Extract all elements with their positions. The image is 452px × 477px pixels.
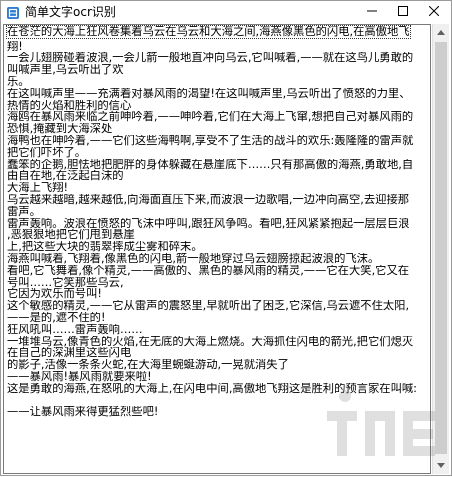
scroll-down-arrow-icon[interactable]: [433, 457, 449, 474]
text-line: 雷声轰响。波浪在愤怒的飞沫中呼叫,跟狂风争鸣。看吧,狂风紧紧抱起一层层巨浪: [7, 217, 410, 230]
text-line: 海鸥在暴风雨来临之前呻吟着,——呻吟着,它们在大海上飞窜,想把自己对暴风雨的: [7, 111, 414, 124]
text-line: 把它们吓坏了。: [7, 146, 87, 159]
text-line: 看吧,它飞舞着,像个精灵,——高傲的、黑色的暴风雨的精灵,——它在大笑,它又在: [7, 264, 410, 277]
text-line: [7, 395, 427, 407]
text-line: 由自在地,在泛起白沫的: [7, 170, 124, 183]
window-title: 简单文字ocr识别: [25, 5, 116, 19]
text-line: 海鸭也在呻吟着,——它们这些海鸭啊,享受不了生活的战斗的欢乐:轰隆隆的雷声就: [7, 134, 414, 147]
title-bar[interactable]: 简单文字ocr识别: [1, 1, 451, 23]
text-line: 雷声。: [7, 205, 41, 218]
text-line: 这个敏感的精灵,——它从雷声的震怒里,早就听出了困乏,它深信,乌云遮不住太阳,: [7, 300, 410, 312]
text-line: 这是勇敢的海燕,在怒吼的大海上,在闪电中间,高傲地飞翔这是胜利的预言家在叫喊:: [7, 382, 417, 395]
text-line: 狂风吼叫……雷声轰响……: [7, 323, 143, 336]
maximize-icon: [398, 5, 408, 19]
text-line: ——是的,遮不住的!: [7, 311, 106, 324]
text-line: 翔!: [7, 40, 23, 53]
text-line: 在自己的深渊里这些闪电: [7, 347, 132, 360]
app-window: 简单文字ocr识别 在苍茫的大海上狂风卷集着乌云在乌云和大海之间,海燕像黑色的闪…: [0, 0, 452, 476]
close-icon: [428, 5, 440, 19]
text-line: 乐。: [7, 75, 30, 88]
text-line: ,恶狠狠地把它们甩到悬崖: [7, 229, 135, 242]
vertical-scrollbar[interactable]: [432, 24, 449, 474]
app-icon: [6, 5, 20, 19]
text-line: 蠢笨的企鹅,胆怯地把肥胖的身体躲藏在悬崖底下……只有那高傲的海燕,勇敢地,自: [7, 158, 414, 171]
text-line: 在这叫喊声里——充满着对暴风雨的渴望!在这叫喊声里,乌云听出了愤怒的力里、: [7, 87, 411, 100]
text-line: ——让暴风雨来得更猛烈些吧!: [7, 406, 159, 419]
text-line: 上,把这些大块的翡翠摔成尘雾和碎末。: [7, 241, 203, 253]
text-line: 大海上飞翔!: [7, 182, 69, 194]
text-line: 恐惧,掩藏到大海深处: [7, 123, 113, 135]
text-line: 一会儿翅膀碰着波浪,一会儿箭一般地直冲向乌云,它叫喊着,——就在这鸟儿勇敢的: [7, 52, 414, 65]
text-line: 它因为欢乐而号叫!: [7, 288, 102, 301]
text-line: 乌云越来越暗,越来越低,向海面直压下来,而波浪一边歌唱,一边冲向高空,去迎接那: [7, 193, 410, 206]
text-line: 一堆堆乌云,像青色的火焰,在无底的大海上燃烧。大海抓住闪电的箭光,把它们熄灭: [7, 335, 414, 348]
text-line: 的影子,活像一条条火蛇,在大海里蜿蜒游动,一晃就消失了: [7, 359, 289, 371]
maximize-button[interactable]: [388, 1, 418, 23]
close-button[interactable]: [419, 1, 449, 23]
scroll-up-arrow-icon[interactable]: [433, 24, 449, 41]
text-line: 海燕叫喊着,飞翔着,像黑色的闪电,箭一般地穿过乌云翅膀掠起波浪的飞沫。: [7, 252, 380, 265]
text-line: 号叫……它笑那些乌云,: [7, 276, 124, 289]
scrollbar-thumb[interactable]: [435, 42, 447, 454]
minimize-button[interactable]: [357, 1, 387, 23]
minimize-icon: [367, 5, 377, 19]
text-line: 叫喊声里,乌云听出了欢: [7, 64, 124, 76]
ocr-result-textarea[interactable]: 在苍茫的大海上狂风卷集着乌云在乌云和大海之间,海燕像黑色的闪电,在高傲地飞 翔!…: [3, 24, 431, 474]
text-line: 在苍茫的大海上狂风卷集着乌云在乌云和大海之间,海燕像黑色的闪电,在高傲地飞: [6, 25, 411, 39]
text-line: ——暴风雨!暴风雨就要来啦!: [7, 370, 152, 383]
text-line: 热情的火焰和胜利的信心: [7, 99, 132, 112]
